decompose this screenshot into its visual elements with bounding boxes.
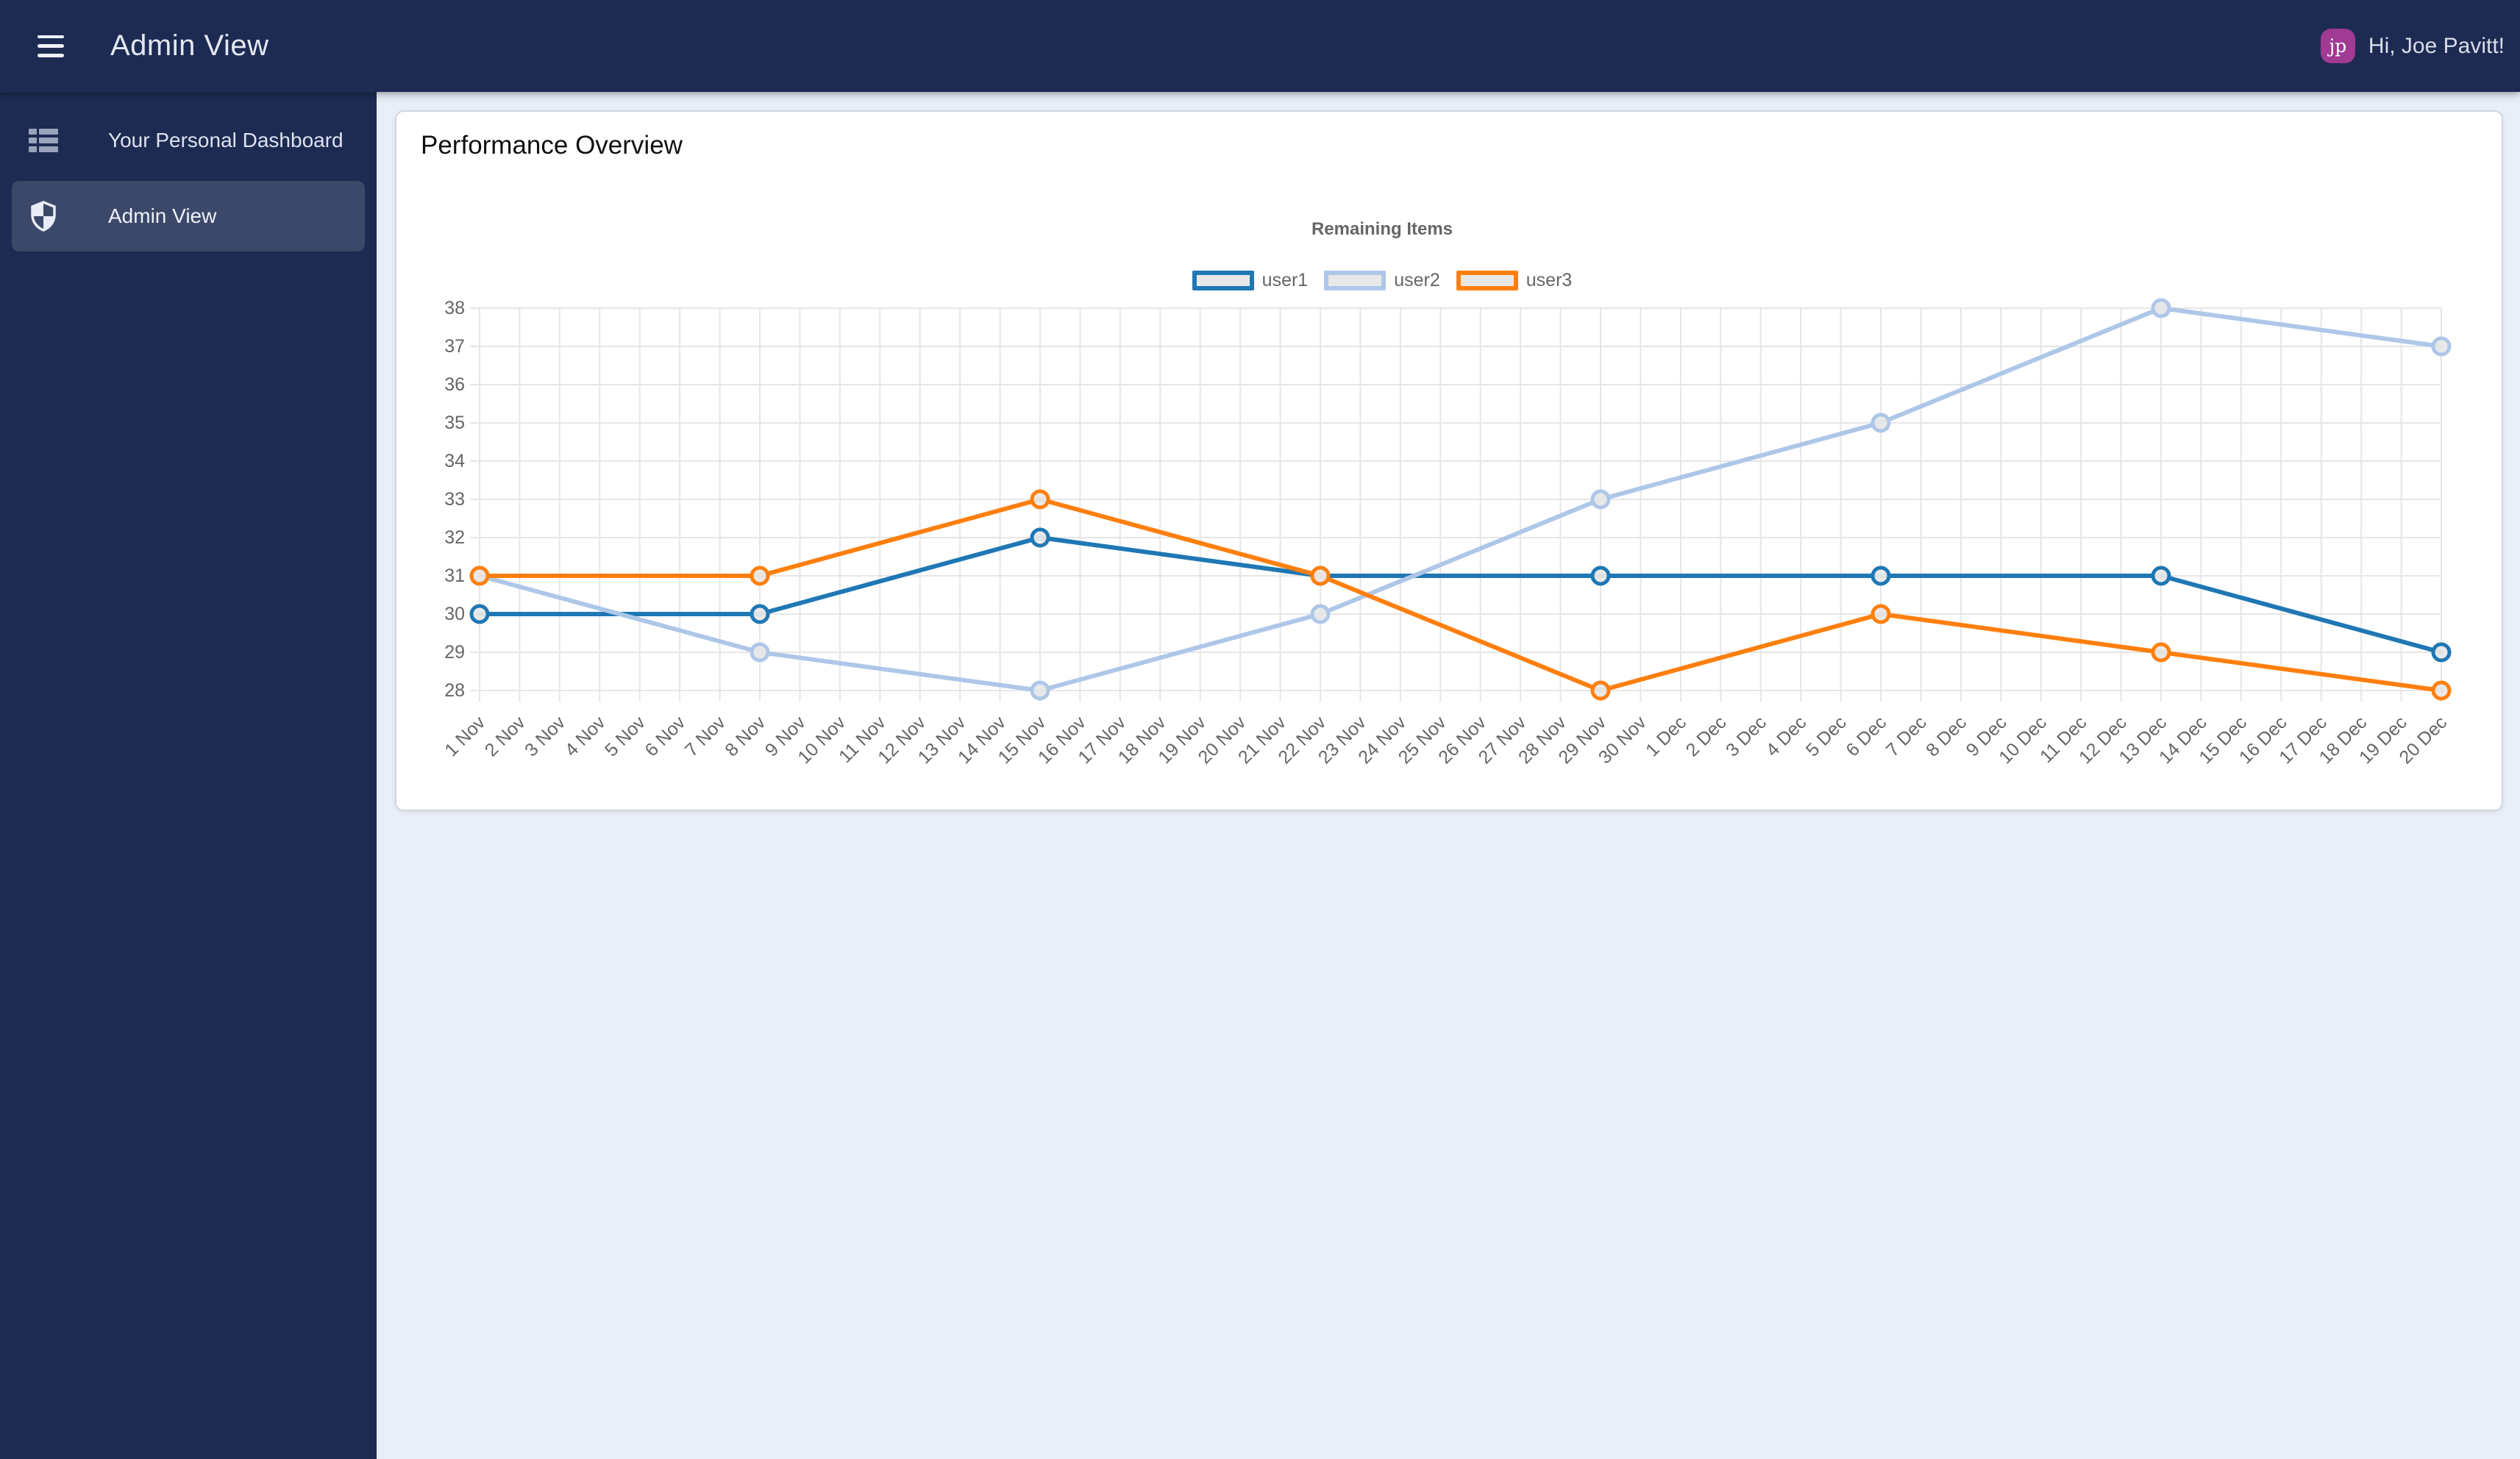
app-title: Admin View — [110, 29, 269, 62]
svg-text:5 Nov: 5 Nov — [601, 712, 649, 760]
svg-text:33: 33 — [444, 489, 465, 510]
svg-text:2 Nov: 2 Nov — [481, 712, 530, 760]
svg-text:7 Dec: 7 Dec — [1882, 712, 1931, 760]
svg-text:30: 30 — [444, 604, 465, 624]
svg-text:37: 37 — [444, 336, 465, 357]
user-greeting: Hi, Joe Pavitt! — [2368, 33, 2505, 58]
svg-text:8 Nov: 8 Nov — [721, 712, 769, 760]
svg-text:5 Dec: 5 Dec — [1802, 712, 1851, 760]
sidebar-item-label: Admin View — [108, 204, 217, 227]
svg-text:1 Nov: 1 Nov — [441, 712, 489, 760]
svg-text:2 Dec: 2 Dec — [1682, 712, 1731, 760]
top-navbar: Admin View jp Hi, Joe Pavitt! — [0, 0, 2520, 92]
svg-text:4 Nov: 4 Nov — [561, 712, 610, 760]
svg-text:3 Nov: 3 Nov — [521, 712, 569, 760]
svg-text:6 Dec: 6 Dec — [1842, 712, 1890, 760]
svg-text:3 Dec: 3 Dec — [1722, 712, 1770, 760]
sidebar: Your Personal Dashboard Admin View — [0, 92, 377, 1459]
svg-text:29: 29 — [444, 642, 465, 663]
sidebar-item-label: Your Personal Dashboard — [108, 129, 344, 151]
sidebar-item-admin-view[interactable]: Admin View — [12, 181, 365, 252]
svg-text:38: 38 — [444, 298, 465, 318]
main-content: Performance Overview Remaining Items use… — [377, 92, 2520, 1459]
svg-text:1 Dec: 1 Dec — [1642, 712, 1690, 760]
svg-text:32: 32 — [444, 527, 465, 548]
line-chart-svg: 28 29 30 31 32 33 34 35 36 37 38 1 Nov2 Nov3 Nov4 N… — [441, 298, 2452, 768]
svg-text:28: 28 — [444, 680, 465, 701]
svg-text:8 Dec: 8 Dec — [1922, 712, 1971, 760]
hamburger-menu-button[interactable] — [38, 35, 64, 57]
performance-card: Performance Overview Remaining Items use… — [395, 110, 2503, 811]
avatar-initials: jp — [2329, 35, 2347, 57]
navbar-user-area: jp Hi, Joe Pavitt! — [2320, 29, 2505, 63]
dashboard-grid-icon — [29, 128, 58, 153]
user-avatar[interactable]: jp — [2320, 29, 2355, 63]
hamburger-bar — [38, 35, 64, 38]
hamburger-bar — [38, 54, 64, 57]
svg-text:4 Dec: 4 Dec — [1762, 712, 1810, 760]
shield-icon — [29, 201, 58, 232]
sidebar-item-personal-dashboard[interactable]: Your Personal Dashboard — [12, 105, 365, 176]
hamburger-bar — [38, 44, 64, 48]
svg-text:34: 34 — [444, 451, 465, 471]
svg-text:35: 35 — [444, 413, 465, 433]
svg-text:7 Nov: 7 Nov — [681, 712, 730, 760]
svg-text:31: 31 — [444, 566, 465, 586]
svg-text:36: 36 — [444, 374, 465, 395]
svg-text:6 Nov: 6 Nov — [641, 712, 689, 760]
